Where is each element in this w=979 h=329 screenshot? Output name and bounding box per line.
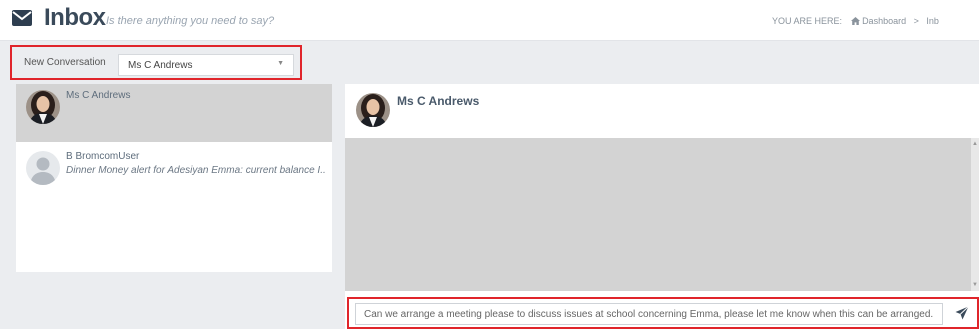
page-header: Inbox Is there anything you need to say?… <box>0 0 979 41</box>
conversation-item-ms-c-andrews[interactable]: Ms C Andrews <box>16 84 332 142</box>
messages-area: ▲ ▼ <box>345 138 979 291</box>
conversation-name: B BromcomUser <box>66 151 140 162</box>
avatar <box>26 151 60 185</box>
breadcrumb-current: Inb <box>926 16 939 26</box>
avatar <box>356 93 390 127</box>
message-input[interactable] <box>355 303 943 325</box>
conversation-preview: Dinner Money alert for Adesiyan Emma: cu… <box>66 165 326 176</box>
scroll-down-icon[interactable]: ▼ <box>972 282 978 288</box>
chat-header: Ms C Andrews <box>345 84 979 138</box>
recipient-select[interactable]: Ms C Andrews ▼ <box>118 54 294 76</box>
breadcrumb-separator: > <box>913 16 919 26</box>
conversation-item-b-bromcomuser[interactable]: B BromcomUser Dinner Money alert for Ade… <box>16 144 332 214</box>
page-title: Inbox <box>44 4 106 31</box>
chat-contact-name: Ms C Andrews <box>397 94 480 108</box>
new-conversation-label: New Conversation <box>24 57 106 68</box>
conversation-name: Ms C Andrews <box>66 90 131 101</box>
messages-scrollbar[interactable]: ▲ ▼ <box>971 138 979 291</box>
recipient-select-value: Ms C Andrews <box>128 60 193 71</box>
avatar <box>26 90 60 124</box>
breadcrumb-prefix: YOU ARE HERE: <box>772 16 843 26</box>
scroll-up-icon[interactable]: ▲ <box>972 141 978 147</box>
new-conversation-panel: New Conversation Ms C Andrews ▼ <box>10 45 302 80</box>
envelope-icon <box>12 10 32 31</box>
page-subtitle: Is there anything you need to say? <box>106 15 275 27</box>
breadcrumb-dashboard-link[interactable]: Dashboard <box>862 16 906 26</box>
breadcrumb: YOU ARE HERE: Dashboard > Inb <box>772 16 939 26</box>
home-icon[interactable] <box>850 16 863 26</box>
conversation-list: Ms C Andrews B BromcomUser Dinner Money … <box>16 84 332 272</box>
chat-panel: Ms C Andrews ▲ ▼ <box>345 84 979 329</box>
paper-plane-icon[interactable] <box>955 306 969 325</box>
caret-down-icon: ▼ <box>277 60 284 67</box>
compose-bar <box>347 297 979 329</box>
